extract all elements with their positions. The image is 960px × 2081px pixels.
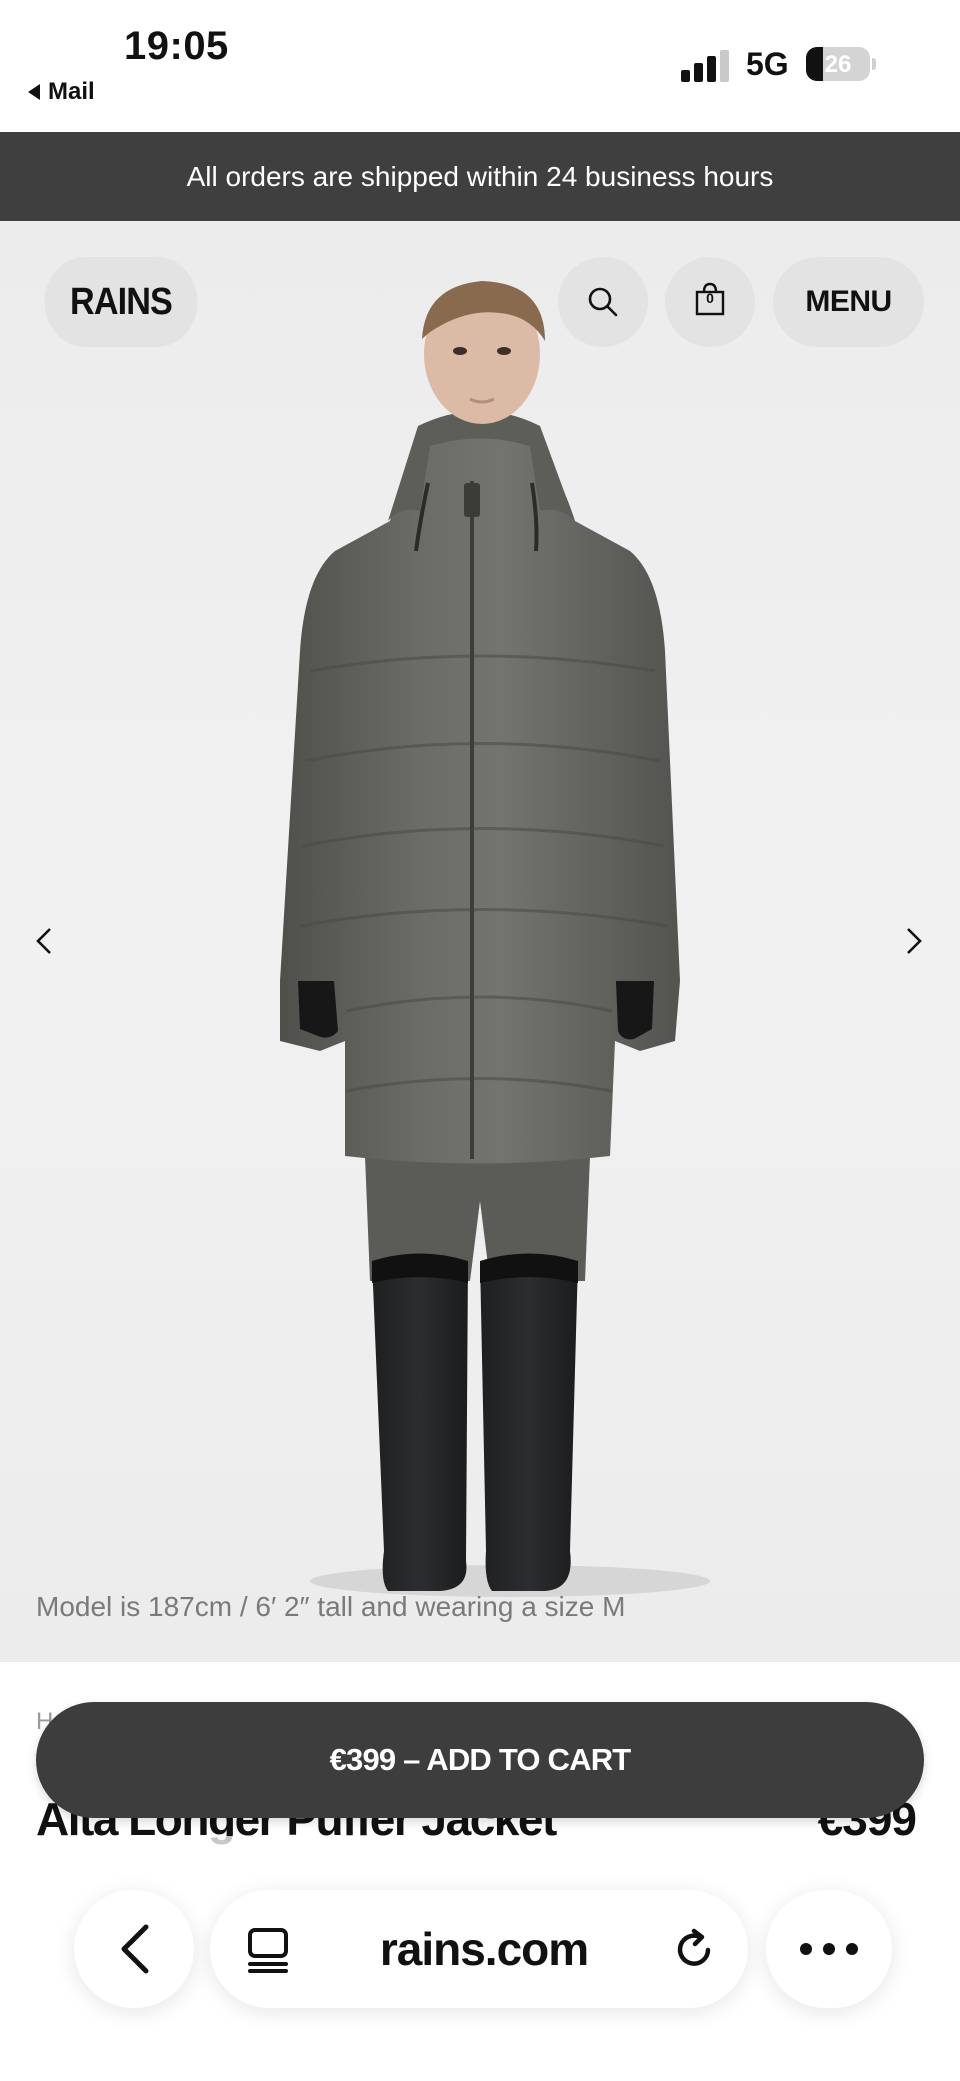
signal-icon xyxy=(681,50,729,82)
back-app-label: Mail xyxy=(48,78,95,105)
back-triangle-icon xyxy=(28,84,40,100)
add-to-cart-button[interactable]: €399 – ADD TO CART xyxy=(36,1702,924,1818)
chevron-right-icon xyxy=(907,928,922,954)
gallery-next-button[interactable] xyxy=(894,921,934,961)
search-icon xyxy=(588,287,618,317)
menu-button[interactable]: MENU xyxy=(773,257,924,347)
cart-button[interactable]: 0 xyxy=(665,257,755,347)
model-size-caption: Model is 187cm / 6′ 2″ tall and wearing … xyxy=(36,1591,626,1622)
chevron-left-icon xyxy=(121,1924,149,1974)
cart-count: 0 xyxy=(706,290,714,306)
tabs-icon[interactable] xyxy=(246,1926,290,1974)
browser-more-button[interactable] xyxy=(766,1890,892,2008)
more-icon xyxy=(800,1943,858,1955)
chevron-left-icon xyxy=(36,928,51,954)
announcement-bar: All orders are shipped within 24 busines… xyxy=(0,132,960,221)
battery-cap xyxy=(872,58,876,70)
reload-icon[interactable] xyxy=(670,1926,718,1974)
browser-toolbar: rains.com xyxy=(0,1836,960,2081)
battery-icon: 26 xyxy=(806,47,870,81)
back-to-mail[interactable]: Mail xyxy=(28,78,95,106)
search-button[interactable] xyxy=(558,257,648,347)
rains-logo[interactable]: RAINS xyxy=(44,257,198,347)
status-bar: 19:05 Mail 5G 26 xyxy=(0,0,960,132)
address-bar[interactable]: rains.com xyxy=(210,1890,748,2008)
network-type: 5G xyxy=(746,46,789,82)
browser-back-button[interactable] xyxy=(74,1890,194,2008)
url-text[interactable]: rains.com xyxy=(300,1890,668,2008)
gallery-prev-button[interactable] xyxy=(24,921,64,961)
status-time: 19:05 xyxy=(124,24,229,68)
product-photo xyxy=(280,281,710,1597)
battery-level: 26 xyxy=(824,51,852,78)
announcement-text: All orders are shipped within 24 busines… xyxy=(186,160,774,192)
product-image-gallery[interactable]: RAINS 0 MENU Model is 187cm / 6′ 2″ tall… xyxy=(0,221,960,1662)
